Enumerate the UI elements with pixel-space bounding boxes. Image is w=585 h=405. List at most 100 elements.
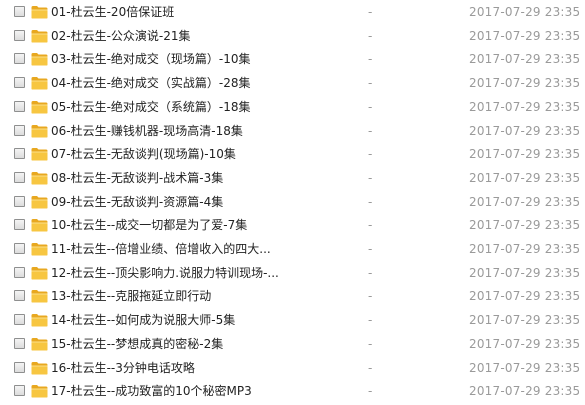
row-checkbox[interactable]	[14, 314, 25, 326]
folder-icon	[31, 147, 48, 161]
row-checkbox[interactable]	[14, 290, 25, 302]
row-checkbox[interactable]	[14, 243, 25, 254]
file-row[interactable]: 05-杜云生-绝对成交（系统篇）-18集 - 2017-07-29 23:35	[0, 98, 585, 118]
folder-icon	[31, 5, 48, 19]
folder-icon	[31, 289, 48, 303]
row-checkbox[interactable]	[14, 148, 25, 160]
row-checkbox[interactable]	[14, 195, 25, 207]
file-row[interactable]: 06-杜云生-赚钱机器-现场高清-18集 - 2017-07-29 23:35	[0, 122, 585, 142]
file-row[interactable]: 02-杜云生-公众演说-21集 - 2017-07-29 23:35	[0, 27, 585, 47]
file-size: -	[368, 218, 373, 233]
file-row[interactable]: 14-杜云生--如何成为说服大师-5集 - 2017-07-29 23:35	[0, 311, 585, 331]
file-size: -	[368, 147, 373, 162]
row-checkbox[interactable]	[14, 29, 25, 41]
file-date: 2017-07-29 23:35	[469, 76, 581, 91]
row-checkbox[interactable]	[14, 219, 25, 231]
file-name[interactable]: 02-杜云生-公众演说-21集	[51, 29, 191, 44]
file-name[interactable]: 11-杜云生--倍增业绩、倍增收入的四大...	[51, 242, 271, 257]
file-row[interactable]: 17-杜云生--成功致富的10个秘密MP3 - 2017-07-29 23:35	[0, 382, 585, 402]
file-name[interactable]: 07-杜云生-无敌谈判(现场篇)-10集	[51, 147, 236, 162]
file-row[interactable]: 04-杜云生-绝对成交（实战篇）-28集 - 2017-07-29 23:35	[0, 74, 585, 94]
folder-icon	[31, 76, 48, 90]
file-row[interactable]: 10-杜云生--成交一切都是为了爱-7集 - 2017-07-29 23:35	[0, 216, 585, 236]
file-size: -	[368, 265, 373, 280]
row-checkbox[interactable]	[14, 124, 25, 136]
file-date: 2017-07-29 23:35	[469, 170, 581, 185]
folder-icon	[31, 100, 48, 114]
file-name[interactable]: 14-杜云生--如何成为说服大师-5集	[51, 313, 235, 328]
file-date: 2017-07-29 23:35	[469, 147, 581, 162]
file-size: -	[368, 336, 373, 351]
file-date: 2017-07-29 23:35	[469, 52, 581, 67]
file-size: -	[368, 123, 373, 138]
file-date: 2017-07-29 23:35	[469, 218, 581, 233]
file-name[interactable]: 13-杜云生--克服拖延立即行动	[51, 289, 211, 304]
file-name[interactable]: 06-杜云生-赚钱机器-现场高清-18集	[51, 124, 243, 139]
file-name[interactable]: 01-杜云生-20倍保证班	[51, 5, 174, 20]
row-checkbox[interactable]	[14, 100, 25, 112]
file-size: -	[368, 170, 373, 185]
file-row[interactable]: 08-杜云生-无敌谈判-战术篇-3集 - 2017-07-29 23:35	[0, 169, 585, 189]
file-row[interactable]: 11-杜云生--倍增业绩、倍增收入的四大... - 2017-07-29 23:35	[0, 240, 585, 260]
row-checkbox[interactable]	[14, 77, 25, 89]
file-size: -	[368, 99, 373, 114]
row-checkbox[interactable]	[14, 6, 25, 17]
file-row[interactable]: 01-杜云生-20倍保证班 - 2017-07-29 23:35	[0, 3, 585, 23]
file-name[interactable]: 12-杜云生--顶尖影响力.说服力特训现场-...	[51, 266, 279, 281]
folder-icon	[31, 266, 48, 280]
folder-icon	[31, 218, 48, 232]
folder-icon	[31, 337, 48, 351]
file-date: 2017-07-29 23:35	[469, 99, 581, 114]
file-row[interactable]: 15-杜云生--梦想成真的密秘-2集 - 2017-07-29 23:35	[0, 335, 585, 355]
file-date: 2017-07-29 23:35	[469, 265, 581, 280]
row-checkbox[interactable]	[14, 337, 25, 349]
file-name[interactable]: 04-杜云生-绝对成交（实战篇）-28集	[51, 76, 251, 91]
file-name[interactable]: 08-杜云生-无敌谈判-战术篇-3集	[51, 171, 223, 186]
file-size: -	[368, 360, 373, 375]
file-date: 2017-07-29 23:35	[469, 123, 581, 138]
file-row[interactable]: 07-杜云生-无敌谈判(现场篇)-10集 - 2017-07-29 23:35	[0, 145, 585, 165]
file-row[interactable]: 16-杜云生--3分钟电话攻略 - 2017-07-29 23:35	[0, 359, 585, 379]
file-date: 2017-07-29 23:35	[469, 194, 581, 209]
folder-icon	[31, 52, 48, 66]
file-name[interactable]: 05-杜云生-绝对成交（系统篇）-18集	[51, 100, 251, 115]
file-name[interactable]: 16-杜云生--3分钟电话攻略	[51, 361, 195, 376]
folder-icon	[31, 195, 48, 209]
file-size: -	[368, 313, 373, 328]
file-name[interactable]: 03-杜云生-绝对成交（现场篇）-10集	[51, 52, 251, 67]
file-date: 2017-07-29 23:35	[469, 289, 581, 304]
folder-icon	[31, 29, 48, 43]
file-list: 01-杜云生-20倍保证班 -2017-07-29 23:35 02-杜云生-公众演…	[0, 0, 585, 405]
folder-icon	[31, 361, 48, 375]
file-size: -	[368, 289, 373, 304]
file-date: 2017-07-29 23:35	[469, 28, 581, 43]
folder-icon	[31, 171, 48, 185]
folder-icon	[31, 313, 48, 327]
row-checkbox[interactable]	[14, 266, 25, 278]
file-date: 2017-07-29 23:35	[469, 384, 581, 399]
file-name[interactable]: 17-杜云生--成功致富的10个秘密MP3	[51, 384, 252, 399]
row-checkbox[interactable]	[14, 53, 25, 65]
file-size: -	[368, 5, 373, 19]
file-date: 2017-07-29 23:35	[469, 360, 581, 375]
file-date: 2017-07-29 23:35	[469, 5, 581, 19]
file-row[interactable]: 12-杜云生--顶尖影响力.说服力特训现场-... - 2017-07-29 23:…	[0, 264, 585, 284]
file-row[interactable]: 09-杜云生-无敌谈判-资源篇-4集 - 2017-07-29 23:35	[0, 193, 585, 213]
file-size: -	[368, 194, 373, 209]
file-date: 2017-07-29 23:35	[469, 336, 581, 351]
row-checkbox[interactable]	[14, 171, 25, 183]
folder-icon	[31, 124, 48, 138]
file-size: -	[368, 28, 373, 43]
file-date: 2017-07-29 23:35	[469, 313, 581, 328]
file-row[interactable]: 03-杜云生-绝对成交（现场篇）-10集 - 2017-07-29 23:35	[0, 50, 585, 70]
file-name[interactable]: 15-杜云生--梦想成真的密秘-2集	[51, 337, 223, 352]
row-checkbox[interactable]	[14, 361, 25, 373]
file-name[interactable]: 10-杜云生--成交一切都是为了爱-7集	[51, 218, 247, 233]
file-name[interactable]: 09-杜云生-无敌谈判-资源篇-4集	[51, 195, 223, 210]
file-date: 2017-07-29 23:35	[469, 242, 581, 256]
file-row[interactable]: 13-杜云生--克服拖延立即行动 - 2017-07-29 23:35	[0, 287, 585, 307]
row-checkbox[interactable]	[14, 385, 25, 397]
file-size: -	[368, 52, 373, 67]
file-size: -	[368, 76, 373, 91]
file-size: -	[368, 384, 373, 399]
